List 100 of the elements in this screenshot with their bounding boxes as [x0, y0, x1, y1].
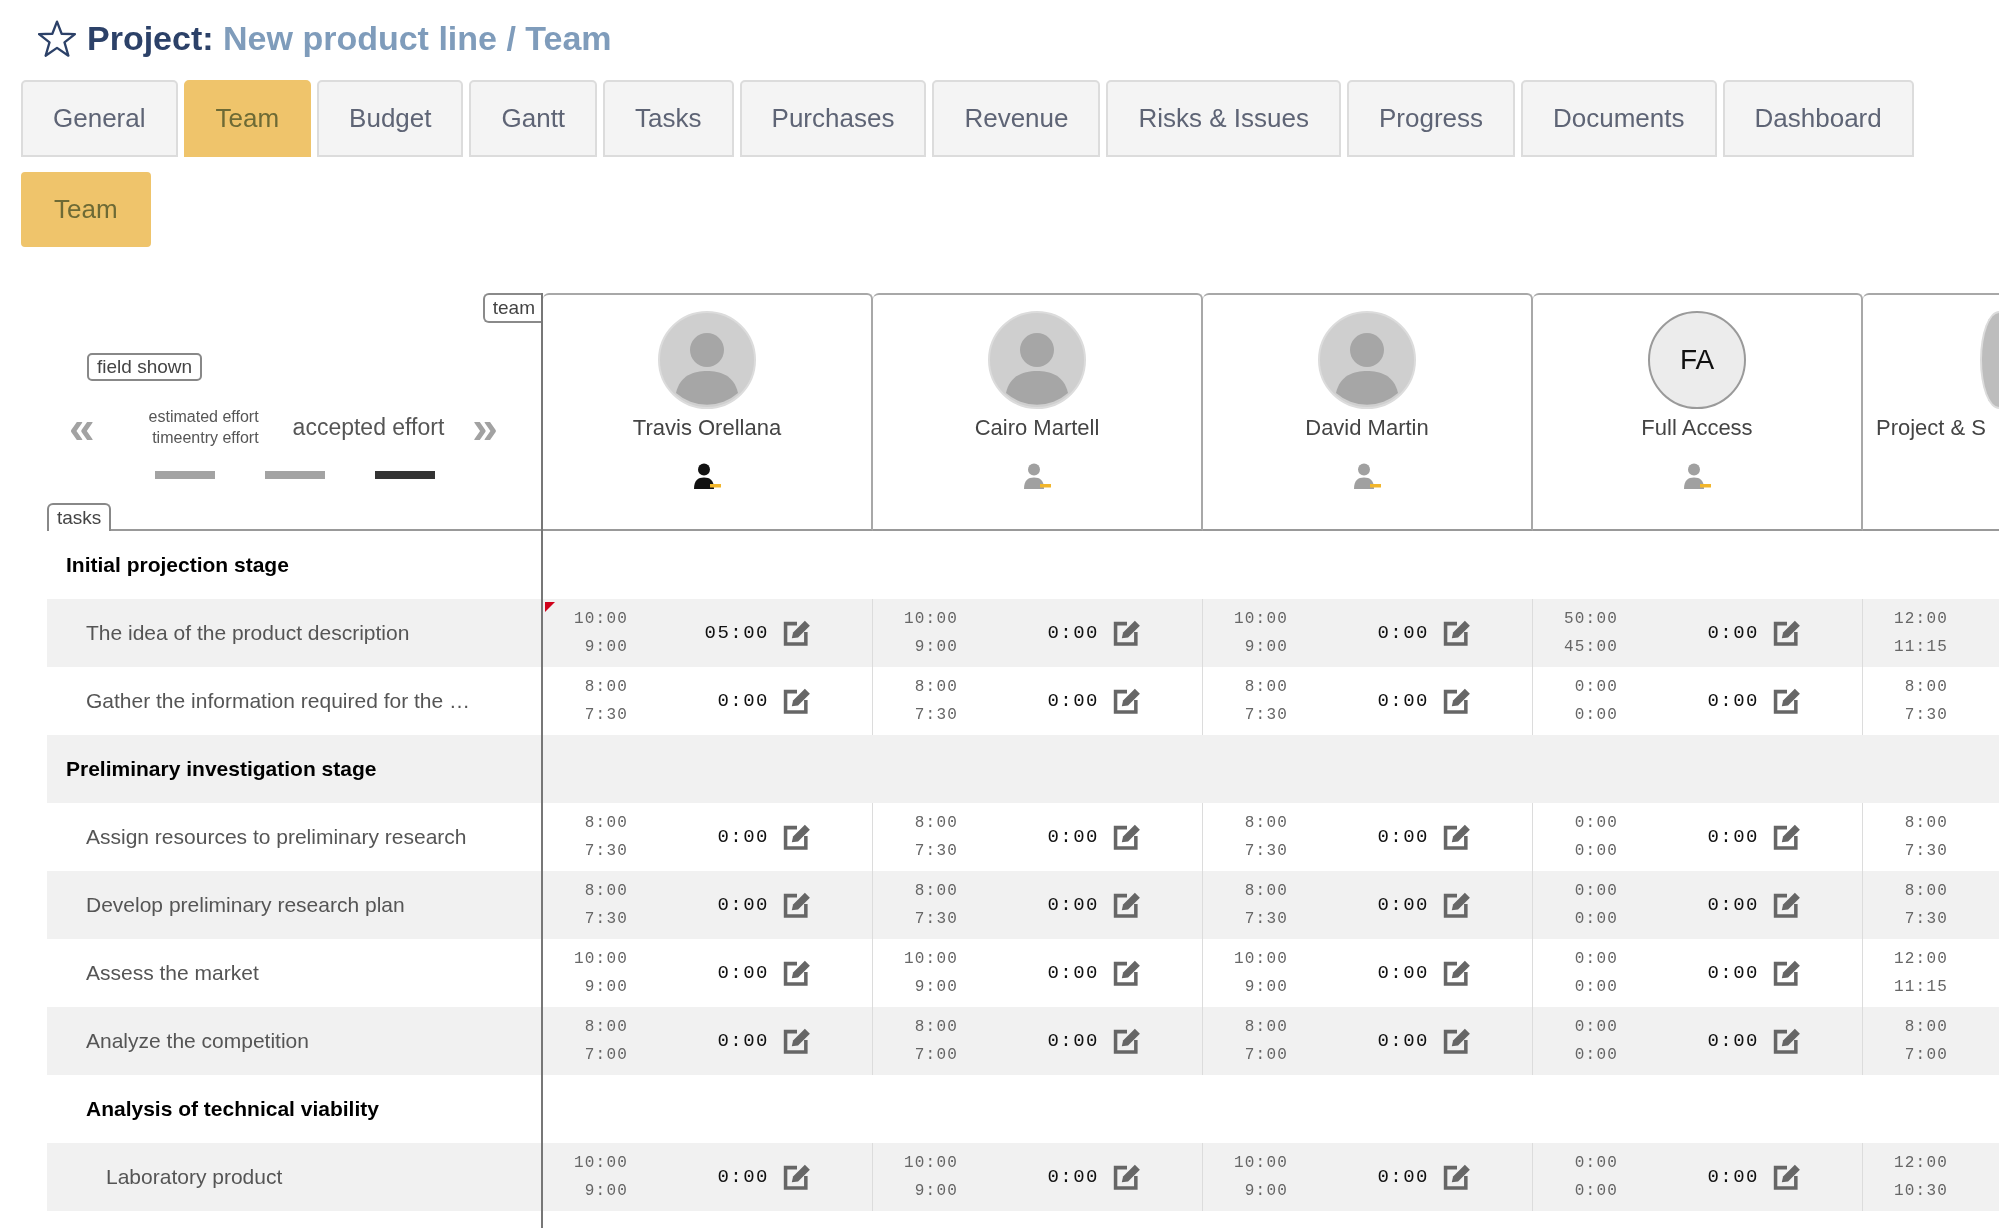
timeentry-effort-value: 7:30 — [1904, 909, 1948, 930]
group-name[interactable]: Preliminary investigation stage — [66, 757, 377, 781]
tab[interactable]: Risks & Issues — [1106, 80, 1341, 157]
tab[interactable]: Purchases — [739, 80, 927, 157]
tab[interactable]: Dashboard — [1722, 80, 1914, 157]
accepted-effort-value: 0:00 — [1047, 826, 1099, 848]
field-option[interactable]: timeentry effort — [152, 427, 259, 448]
edit-icon[interactable] — [1773, 824, 1801, 850]
task-name[interactable]: Assess the market — [86, 961, 259, 985]
person-icon[interactable] — [693, 463, 721, 489]
edit-icon[interactable] — [1773, 1164, 1801, 1190]
edit-icon[interactable] — [1443, 960, 1471, 986]
edit-icon[interactable] — [1773, 960, 1801, 986]
timeentry-effort-value: 9:00 — [914, 637, 958, 658]
edit-icon[interactable] — [783, 1164, 811, 1190]
task-name[interactable]: Analyze the competition — [86, 1029, 309, 1053]
timeentry-effort-value: 11:15 — [1894, 637, 1948, 658]
tab[interactable]: Progress — [1346, 80, 1515, 157]
timeentry-effort-value: 9:00 — [584, 1181, 628, 1202]
edit-icon[interactable] — [1113, 824, 1141, 850]
accepted-effort-value: 0:00 — [1047, 690, 1099, 712]
edit-icon[interactable] — [1443, 892, 1471, 918]
accepted-effort-value: 0:00 — [1377, 894, 1429, 916]
edit-icon[interactable] — [1443, 1164, 1471, 1190]
edit-icon[interactable] — [783, 824, 811, 850]
page-title: Project: New product line / Team — [87, 18, 612, 58]
tab[interactable]: Revenue — [932, 80, 1101, 157]
accepted-effort-value: 0:00 — [1707, 622, 1759, 644]
edit-icon[interactable] — [1443, 824, 1471, 850]
edit-icon[interactable] — [783, 1028, 811, 1054]
estimated-effort-value: 12:00 — [1894, 1153, 1948, 1174]
field-option[interactable]: estimated effort — [148, 406, 259, 427]
edit-icon[interactable] — [1773, 620, 1801, 646]
task-name[interactable]: Develop preliminary research plan — [86, 893, 405, 917]
edit-icon[interactable] — [1113, 1028, 1141, 1054]
task-name[interactable]: Gather the information required for the … — [86, 689, 471, 713]
edit-icon[interactable] — [1773, 1028, 1801, 1054]
accepted-effort-value: 0:00 — [1707, 826, 1759, 848]
tab[interactable]: Team — [183, 80, 312, 157]
member-name: Travis Orellana — [632, 414, 782, 442]
accepted-effort-value: 0:00 — [1047, 622, 1099, 644]
edit-icon[interactable] — [1443, 688, 1471, 714]
estimated-effort-value: 8:00 — [914, 881, 958, 902]
timeentry-effort-value: 9:00 — [1244, 1181, 1288, 1202]
edit-icon[interactable] — [1113, 960, 1141, 986]
group-name[interactable]: Analysis of technical viability — [86, 1097, 379, 1121]
field-indicator[interactable] — [265, 471, 325, 479]
edit-icon[interactable] — [1443, 1028, 1471, 1054]
estimated-effort-value: 12:00 — [1894, 949, 1948, 970]
task-name[interactable]: Laboratory product — [106, 1165, 283, 1189]
edit-icon[interactable] — [783, 620, 811, 646]
field-option[interactable]: accepted effort — [292, 416, 445, 438]
edit-icon[interactable] — [1113, 620, 1141, 646]
accepted-effort-value: 05:00 — [704, 622, 769, 644]
timeentry-effort-value: 7:00 — [914, 1045, 958, 1066]
edit-icon[interactable] — [783, 688, 811, 714]
timeentry-effort-value: 9:00 — [1244, 637, 1288, 658]
accepted-effort-value: 0:00 — [1377, 826, 1429, 848]
task-name[interactable]: Assign resources to preliminary research — [86, 825, 467, 849]
estimated-effort-value: 0:00 — [1574, 1153, 1618, 1174]
estimated-effort-value: 8:00 — [914, 677, 958, 698]
timeentry-effort-value: 0:00 — [1574, 1045, 1618, 1066]
estimated-effort-value: 8:00 — [1904, 1017, 1948, 1038]
edit-icon[interactable] — [1773, 688, 1801, 714]
estimated-effort-value: 10:00 — [574, 1153, 628, 1174]
edit-icon[interactable] — [1113, 1164, 1141, 1190]
edit-icon[interactable] — [1773, 892, 1801, 918]
estimated-effort-value: 12:00 — [1894, 609, 1948, 630]
tab[interactable]: General — [21, 80, 178, 157]
timeentry-effort-value: 7:30 — [1244, 841, 1288, 862]
edit-icon[interactable] — [1113, 688, 1141, 714]
estimated-effort-value: 8:00 — [1244, 1017, 1288, 1038]
field-indicator[interactable] — [375, 471, 435, 479]
edit-icon[interactable] — [783, 960, 811, 986]
estimated-effort-value: 8:00 — [584, 1017, 628, 1038]
edit-icon[interactable] — [1443, 620, 1471, 646]
estimated-effort-value: 10:00 — [904, 609, 958, 630]
edit-icon[interactable] — [783, 892, 811, 918]
timeentry-effort-value: 0:00 — [1574, 1181, 1618, 1202]
star-icon[interactable] — [38, 19, 76, 57]
accepted-effort-value: 0:00 — [717, 962, 769, 984]
task-name[interactable]: The idea of the product description — [86, 621, 410, 645]
estimated-effort-value: 10:00 — [1234, 949, 1288, 970]
tab[interactable]: Documents — [1521, 80, 1717, 157]
timeentry-effort-value: 7:30 — [914, 841, 958, 862]
accepted-effort-value: 0:00 — [1707, 1166, 1759, 1188]
tab[interactable]: Tasks — [603, 80, 734, 157]
group-name[interactable]: Initial projection stage — [66, 553, 289, 577]
timeentry-effort-value: 9:00 — [584, 637, 628, 658]
tab[interactable]: Gantt — [469, 80, 598, 157]
accepted-effort-value: 0:00 — [1047, 894, 1099, 916]
estimated-effort-value: 8:00 — [1244, 813, 1288, 834]
field-indicator[interactable] — [155, 471, 215, 479]
edit-icon[interactable] — [1113, 892, 1141, 918]
accepted-effort-value: 0:00 — [1047, 1030, 1099, 1052]
subtab[interactable]: Team — [21, 172, 151, 247]
estimated-effort-value: 0:00 — [1574, 949, 1618, 970]
accepted-effort-value: 0:00 — [717, 690, 769, 712]
accepted-effort-value: 0:00 — [1377, 1030, 1429, 1052]
tab[interactable]: Budget — [317, 80, 464, 157]
